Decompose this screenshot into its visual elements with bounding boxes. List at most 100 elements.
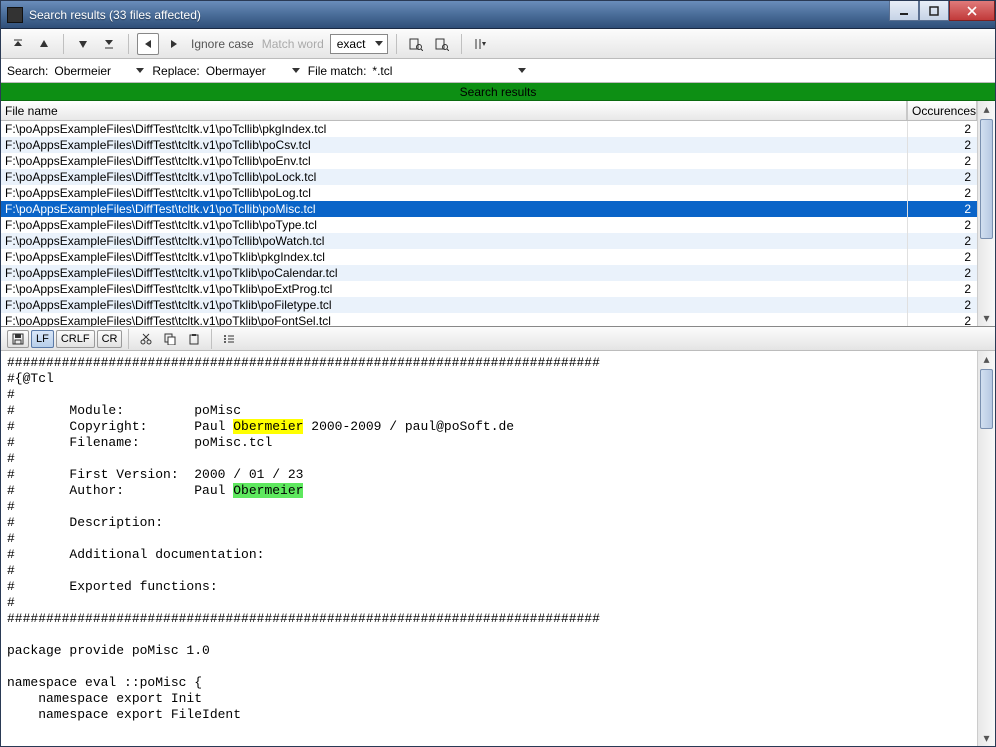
table-row[interactable]: F:\poAppsExampleFiles\DiffTest\tcltk.v1\… bbox=[1, 121, 977, 137]
file-name-cell: F:\poAppsExampleFiles\DiffTest\tcltk.v1\… bbox=[1, 169, 907, 185]
table-row[interactable]: F:\poAppsExampleFiles\DiffTest\tcltk.v1\… bbox=[1, 281, 977, 297]
columns-button[interactable] bbox=[470, 33, 492, 55]
file-name-cell: F:\poAppsExampleFiles\DiffTest\tcltk.v1\… bbox=[1, 233, 907, 249]
table-row[interactable]: F:\poAppsExampleFiles\DiffTest\tcltk.v1\… bbox=[1, 217, 977, 233]
code-scrollbar[interactable]: ▴ ▾ bbox=[977, 351, 995, 746]
occurrences-cell: 2 bbox=[907, 121, 977, 137]
col-filename[interactable]: File name bbox=[1, 101, 907, 120]
match-mode-combo[interactable]: exact bbox=[330, 34, 388, 54]
scroll-down-icon[interactable]: ▾ bbox=[978, 730, 995, 746]
file-name-cell: F:\poAppsExampleFiles\DiffTest\tcltk.v1\… bbox=[1, 313, 907, 326]
replace-value: Obermayer bbox=[206, 64, 266, 78]
occurrences-cell: 2 bbox=[907, 137, 977, 153]
file-name-cell: F:\poAppsExampleFiles\DiffTest\tcltk.v1\… bbox=[1, 297, 907, 313]
table-row[interactable]: F:\poAppsExampleFiles\DiffTest\tcltk.v1\… bbox=[1, 297, 977, 313]
chevron-down-icon bbox=[136, 68, 144, 73]
table-body: F:\poAppsExampleFiles\DiffTest\tcltk.v1\… bbox=[1, 121, 977, 326]
table-header: File name Occurences bbox=[1, 101, 977, 121]
occurrences-cell: 2 bbox=[907, 201, 977, 217]
scroll-up-icon[interactable]: ▴ bbox=[978, 351, 995, 367]
separator bbox=[396, 34, 397, 54]
occurrences-cell: 2 bbox=[907, 265, 977, 281]
filematch-input[interactable]: *.tcl bbox=[370, 62, 530, 80]
occurrences-cell: 2 bbox=[907, 185, 977, 201]
separator bbox=[128, 329, 129, 349]
cr-button[interactable]: CR bbox=[97, 330, 123, 348]
scroll-thumb[interactable] bbox=[980, 369, 993, 429]
prev-match-button[interactable] bbox=[33, 33, 55, 55]
app-window: Search results (33 files affected) Ignor… bbox=[0, 0, 996, 747]
lf-button[interactable]: LF bbox=[31, 330, 54, 348]
search-value: Obermeier bbox=[54, 64, 111, 78]
forward-button[interactable] bbox=[163, 33, 185, 55]
occurrences-cell: 2 bbox=[907, 233, 977, 249]
match-word-toggle[interactable]: Match word bbox=[260, 37, 326, 51]
cut-button[interactable] bbox=[135, 330, 157, 348]
file-name-cell: F:\poAppsExampleFiles\DiffTest\tcltk.v1\… bbox=[1, 217, 907, 233]
occurrences-cell: 2 bbox=[907, 217, 977, 233]
close-button[interactable] bbox=[949, 1, 995, 21]
occurrences-cell: 2 bbox=[907, 153, 977, 169]
col-occurrences[interactable]: Occurences bbox=[907, 101, 977, 120]
search-input[interactable]: Obermeier bbox=[52, 62, 148, 80]
separator bbox=[63, 34, 64, 54]
code-view[interactable]: ########################################… bbox=[1, 351, 977, 746]
file-name-cell: F:\poAppsExampleFiles\DiffTest\tcltk.v1\… bbox=[1, 249, 907, 265]
back-button[interactable] bbox=[137, 33, 159, 55]
table-row[interactable]: F:\poAppsExampleFiles\DiffTest\tcltk.v1\… bbox=[1, 169, 977, 185]
crlf-button[interactable]: CRLF bbox=[56, 330, 95, 348]
copy-button[interactable] bbox=[159, 330, 181, 348]
code-wrap: ########################################… bbox=[1, 351, 995, 746]
occurrences-cell: 2 bbox=[907, 313, 977, 326]
file-name-cell: F:\poAppsExampleFiles\DiffTest\tcltk.v1\… bbox=[1, 265, 907, 281]
occurrences-cell: 2 bbox=[907, 297, 977, 313]
file-name-cell: F:\poAppsExampleFiles\DiffTest\tcltk.v1\… bbox=[1, 137, 907, 153]
table-row[interactable]: F:\poAppsExampleFiles\DiffTest\tcltk.v1\… bbox=[1, 233, 977, 249]
table-row[interactable]: F:\poAppsExampleFiles\DiffTest\tcltk.v1\… bbox=[1, 313, 977, 326]
scroll-down-icon[interactable]: ▾ bbox=[978, 310, 995, 326]
table-scrollbar[interactable]: ▴ ▾ bbox=[977, 101, 995, 326]
file-name-cell: F:\poAppsExampleFiles\DiffTest\tcltk.v1\… bbox=[1, 185, 907, 201]
filematch-value: *.tcl bbox=[372, 64, 392, 78]
list-button[interactable] bbox=[218, 330, 240, 348]
table-row[interactable]: F:\poAppsExampleFiles\DiffTest\tcltk.v1\… bbox=[1, 265, 977, 281]
chevron-down-icon bbox=[518, 68, 526, 73]
last-match-button[interactable] bbox=[98, 33, 120, 55]
separator bbox=[461, 34, 462, 54]
replace-input[interactable]: Obermayer bbox=[204, 62, 304, 80]
results-header: Search results bbox=[1, 83, 995, 101]
scroll-up-icon[interactable]: ▴ bbox=[978, 101, 995, 117]
chevron-down-icon bbox=[375, 41, 383, 46]
table-row[interactable]: F:\poAppsExampleFiles\DiffTest\tcltk.v1\… bbox=[1, 201, 977, 217]
scroll-thumb[interactable] bbox=[980, 119, 993, 239]
chevron-down-icon bbox=[292, 68, 300, 73]
first-match-button[interactable] bbox=[7, 33, 29, 55]
app-icon bbox=[7, 7, 23, 23]
separator bbox=[128, 34, 129, 54]
table-row[interactable]: F:\poAppsExampleFiles\DiffTest\tcltk.v1\… bbox=[1, 185, 977, 201]
occurrences-cell: 2 bbox=[907, 169, 977, 185]
filematch-label: File match: bbox=[308, 64, 367, 78]
table-row[interactable]: F:\poAppsExampleFiles\DiffTest\tcltk.v1\… bbox=[1, 249, 977, 265]
replace-button[interactable] bbox=[431, 33, 453, 55]
file-name-cell: F:\poAppsExampleFiles\DiffTest\tcltk.v1\… bbox=[1, 201, 907, 217]
separator bbox=[211, 329, 212, 349]
search-label: Search: bbox=[7, 64, 48, 78]
save-button[interactable] bbox=[7, 330, 29, 348]
editor-toolbar: LF CRLF CR bbox=[1, 327, 995, 351]
file-name-cell: F:\poAppsExampleFiles\DiffTest\tcltk.v1\… bbox=[1, 121, 907, 137]
occurrences-cell: 2 bbox=[907, 249, 977, 265]
next-match-button[interactable] bbox=[72, 33, 94, 55]
file-name-cell: F:\poAppsExampleFiles\DiffTest\tcltk.v1\… bbox=[1, 281, 907, 297]
table-row[interactable]: F:\poAppsExampleFiles\DiffTest\tcltk.v1\… bbox=[1, 137, 977, 153]
results-table: File name Occurences F:\poAppsExampleFil… bbox=[1, 101, 977, 326]
search-bar: Search: Obermeier Replace: Obermayer Fil… bbox=[1, 59, 995, 83]
paste-button[interactable] bbox=[183, 330, 205, 348]
maximize-button[interactable] bbox=[919, 1, 949, 21]
minimize-button[interactable] bbox=[889, 1, 919, 21]
table-row[interactable]: F:\poAppsExampleFiles\DiffTest\tcltk.v1\… bbox=[1, 153, 977, 169]
file-name-cell: F:\poAppsExampleFiles\DiffTest\tcltk.v1\… bbox=[1, 153, 907, 169]
occurrences-cell: 2 bbox=[907, 281, 977, 297]
ignore-case-toggle[interactable]: Ignore case bbox=[189, 37, 256, 51]
find-button[interactable] bbox=[405, 33, 427, 55]
